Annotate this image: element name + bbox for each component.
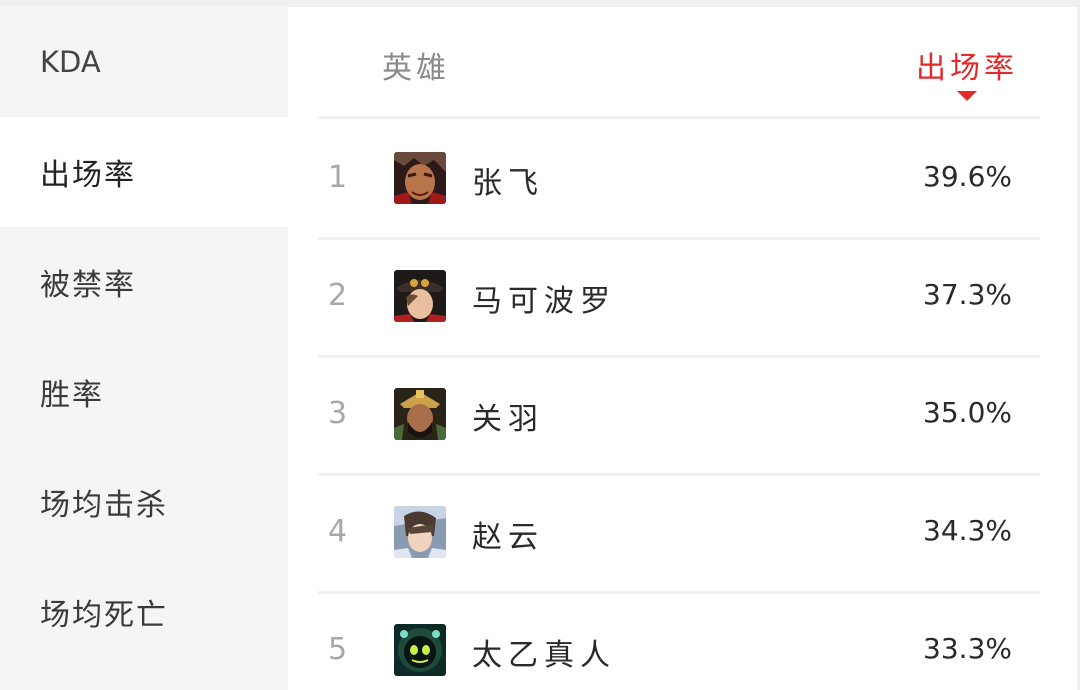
table-row[interactable]: 3 关羽 35.0%	[318, 358, 1040, 476]
rank-number: 5	[328, 632, 348, 667]
sidebar-item-label: 场均击杀	[40, 488, 168, 523]
rank-number: 2	[328, 278, 348, 313]
sidebar-item-pick-rate[interactable]: 出场率	[0, 117, 288, 227]
pick-rate-value: 35.0%	[923, 396, 1012, 429]
top-divider	[0, 0, 1080, 7]
rank-number: 4	[328, 514, 348, 549]
caret-down-icon	[957, 91, 977, 101]
table-row[interactable]: 2 马可波罗 37.3%	[318, 240, 1040, 358]
sidebar-item-label: 被禁率	[40, 268, 136, 303]
zhaoyun-avatar	[394, 506, 446, 558]
table-row[interactable]: 1 张飞 39.6%	[318, 122, 1040, 240]
rank-number: 3	[328, 396, 348, 431]
ranking-table: 英雄 出场率 1 张飞 39.6% 2 马可波罗 37.3% 3 关羽 35.0…	[288, 7, 1080, 690]
table-row[interactable]: 5 太乙真人 33.3%	[318, 594, 1040, 690]
hero-name: 关羽	[472, 402, 544, 437]
sort-column-label: 出场率	[916, 51, 1018, 86]
sidebar-item-label: KDA	[40, 45, 101, 79]
pick-rate-value: 33.3%	[923, 632, 1012, 665]
sidebar-item-avg-deaths[interactable]: 场均死亡	[0, 557, 288, 667]
guanyu-avatar	[394, 388, 446, 440]
sidebar-item-ban-rate[interactable]: 被禁率	[0, 227, 288, 337]
hero-stats-screen: KDA 出场率 被禁率 胜率 场均击杀 场均死亡 英雄 出场率 1 张飞 39.…	[0, 0, 1080, 690]
hero-column-header: 英雄	[382, 51, 450, 86]
pick-rate-value: 37.3%	[923, 278, 1012, 311]
table-header: 英雄 出场率	[318, 7, 1040, 119]
pick-rate-value: 39.6%	[923, 160, 1012, 193]
sidebar-item-avg-kills[interactable]: 场均击杀	[0, 447, 288, 557]
table-row[interactable]: 4 赵云 34.3%	[318, 476, 1040, 594]
rank-number: 1	[328, 160, 348, 195]
sidebar-item-label: 出场率	[40, 158, 136, 193]
taiyi-avatar	[394, 624, 446, 676]
pick-rate-sort-header[interactable]: 出场率	[916, 43, 1018, 101]
sidebar-item-win-rate[interactable]: 胜率	[0, 337, 288, 447]
hero-name: 赵云	[472, 520, 544, 555]
hero-name: 马可波罗	[472, 284, 616, 319]
zhangfei-avatar	[394, 152, 446, 204]
sidebar-item-kda[interactable]: KDA	[0, 7, 288, 117]
hero-name: 太乙真人	[472, 638, 616, 673]
hero-name: 张飞	[472, 166, 544, 201]
sidebar-item-label: 场均死亡	[40, 598, 168, 633]
pick-rate-value: 34.3%	[923, 514, 1012, 547]
sidebar-item-label: 胜率	[40, 378, 104, 413]
marco-polo-avatar	[394, 270, 446, 322]
table-body: 1 张飞 39.6% 2 马可波罗 37.3% 3 关羽 35.0% 4 赵云 …	[318, 122, 1040, 690]
stat-category-sidebar: KDA 出场率 被禁率 胜率 场均击杀 场均死亡	[0, 7, 288, 690]
